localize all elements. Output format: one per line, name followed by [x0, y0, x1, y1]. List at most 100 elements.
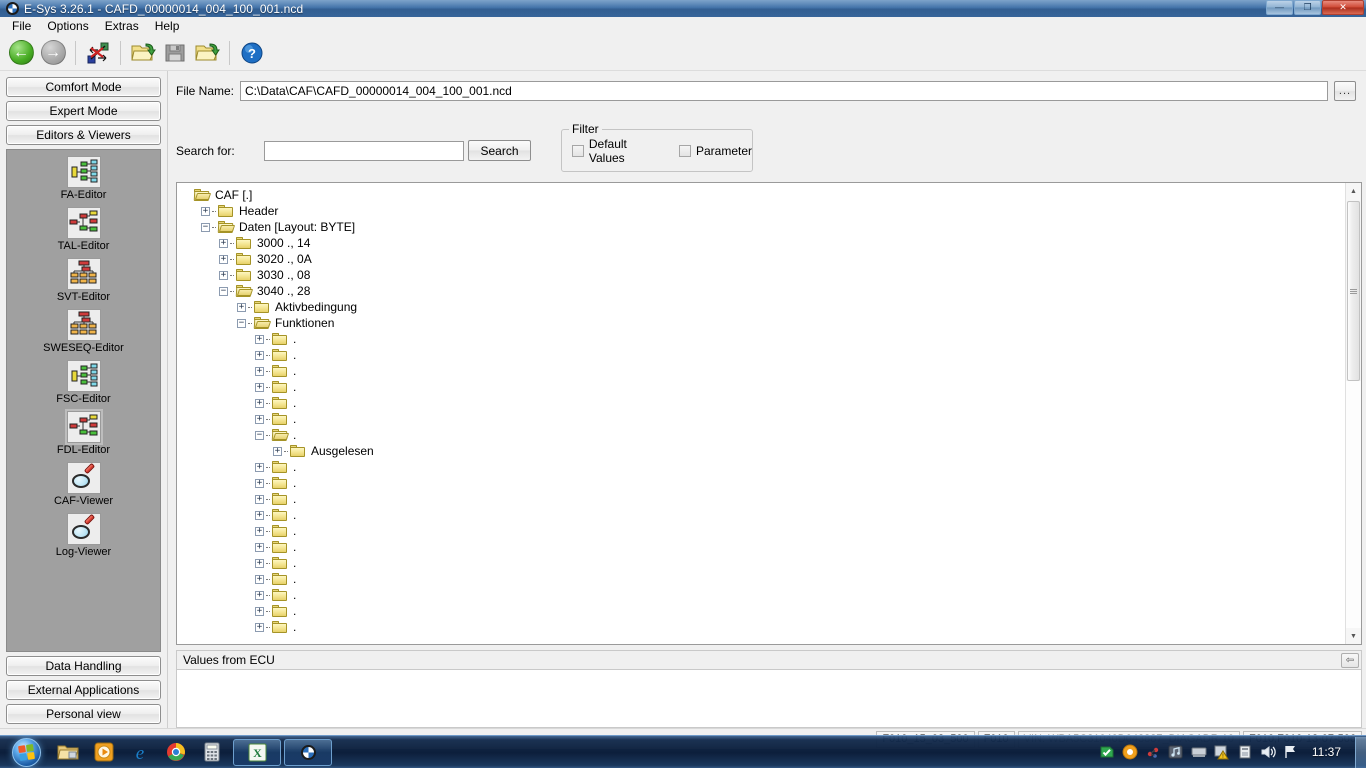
back-button[interactable]: ← [6, 38, 36, 68]
sidebar-item-caf-viewer[interactable]: CAF-Viewer [7, 462, 160, 507]
update-tray-icon[interactable] [1122, 744, 1138, 760]
filename-input[interactable]: C:\Data\CAF\CAFD_00000014_004_100_001.nc… [240, 81, 1328, 101]
save-button[interactable] [160, 38, 190, 68]
sidebar-item-fdl-editor[interactable]: FDL-Editor [7, 409, 160, 456]
forward-button[interactable]: → [38, 38, 68, 68]
tree-node[interactable]: + Ausgelesen [183, 443, 1345, 459]
tree-expand-icon[interactable]: + [255, 414, 264, 424]
values-collapse-button[interactable]: ⇦ [1341, 652, 1359, 668]
menu-item-file[interactable]: File [5, 17, 38, 35]
tree-expand-icon[interactable]: + [255, 382, 264, 392]
sidebar-item-sweseq-editor[interactable]: SWESEQ-Editor [7, 309, 160, 354]
tree-node[interactable]: +. [183, 619, 1345, 635]
tree-node[interactable]: + Header [183, 203, 1345, 219]
sidebar-button-personal-view[interactable]: Personal view [6, 704, 161, 724]
sidebar-button-external-applications[interactable]: External Applications [6, 680, 161, 700]
tree-expand-icon[interactable]: + [255, 350, 264, 360]
hardware-tray-icon[interactable] [1191, 744, 1207, 760]
tree-expand-icon[interactable]: + [255, 334, 264, 344]
tree-node[interactable]: +. [183, 347, 1345, 363]
connect-button[interactable] [83, 38, 113, 68]
checkbox-parameter[interactable] [678, 144, 691, 157]
tree-scroll-area[interactable]: CAF [.] + Header − Daten [Layout: BYTE] +3000… [177, 183, 1345, 644]
volume-tray-icon[interactable] [1260, 744, 1276, 760]
start-button[interactable] [2, 737, 50, 768]
tree-node[interactable]: +. [183, 363, 1345, 379]
taskbar-explorer-button[interactable] [50, 737, 86, 768]
bluetooth-tray-icon[interactable] [1145, 744, 1161, 760]
tree-vertical-scrollbar[interactable]: ▲ ▼ [1345, 183, 1361, 644]
sidebar-button-expert-mode[interactable]: Expert Mode [6, 101, 161, 121]
tree-node[interactable]: +. [183, 331, 1345, 347]
sidebar-item-tal-editor[interactable]: TAL-Editor [7, 207, 160, 252]
sidebar-item-fa-editor[interactable]: FA-Editor [7, 156, 160, 201]
taskbar-calculator-button[interactable] [194, 737, 230, 768]
scroll-down-button[interactable]: ▼ [1345, 628, 1361, 644]
device-tray-icon[interactable] [1237, 744, 1253, 760]
tree-collapse-icon[interactable]: − [237, 318, 246, 328]
tree-expand-icon[interactable]: + [255, 478, 264, 488]
tree-expand-icon[interactable]: + [255, 558, 264, 568]
open-file-button[interactable] [128, 38, 158, 68]
tree-expand-icon[interactable]: + [255, 622, 264, 632]
search-input[interactable] [264, 140, 464, 161]
tree-node[interactable]: + Aktivbedingung [183, 299, 1345, 315]
sidebar-item-svt-editor[interactable]: SVT-Editor [7, 258, 160, 303]
tree-expand-icon[interactable]: + [219, 238, 228, 248]
open-folder-button[interactable] [192, 38, 222, 68]
tree-node[interactable]: − 3040 ., 28 [183, 283, 1345, 299]
tree-expand-icon[interactable]: + [255, 590, 264, 600]
network-tray-icon[interactable] [1283, 744, 1299, 760]
tree-node[interactable]: +. [183, 491, 1345, 507]
tree-expand-icon[interactable]: + [255, 542, 264, 552]
tree-node[interactable]: +. [183, 555, 1345, 571]
tree-node[interactable]: +. [183, 475, 1345, 491]
tree-node[interactable]: +. [183, 539, 1345, 555]
tree-node[interactable]: +. [183, 459, 1345, 475]
sidebar-button-data-handling[interactable]: Data Handling [6, 656, 161, 676]
help-button[interactable]: ? [237, 38, 267, 68]
tree-expand-icon[interactable]: + [255, 606, 264, 616]
tree-collapse-icon[interactable]: − [255, 430, 264, 440]
taskbar-internet-explorer-button[interactable]: e [122, 737, 158, 768]
tree-expand-icon[interactable]: + [219, 254, 228, 264]
excel-taskbar-button[interactable]: X [233, 738, 281, 766]
search-button[interactable]: Search [468, 140, 531, 161]
menu-item-extras[interactable]: Extras [98, 17, 146, 35]
show-desktop-button[interactable] [1355, 736, 1366, 768]
tree-expand-icon[interactable]: + [273, 446, 282, 456]
tree-expand-icon[interactable]: + [255, 510, 264, 520]
filter-default-values[interactable]: Default Values [572, 137, 665, 165]
tree-node[interactable]: +. [183, 395, 1345, 411]
close-button[interactable]: ✕ [1322, 0, 1364, 15]
tree-collapse-icon[interactable]: − [219, 286, 228, 296]
filter-parameter[interactable]: Parameter [678, 144, 752, 158]
tree-expand-icon[interactable]: + [219, 270, 228, 280]
minimize-button[interactable]: — [1266, 0, 1293, 15]
tree-expand-icon[interactable]: + [237, 302, 246, 312]
sidebar-item-log-viewer[interactable]: Log-Viewer [7, 513, 160, 558]
tree-node[interactable]: +. [183, 507, 1345, 523]
tree-node[interactable]: +. [183, 379, 1345, 395]
scrollbar-thumb[interactable] [1347, 201, 1360, 381]
tree-node[interactable]: − Funktionen [183, 315, 1345, 331]
antivirus-tray-icon[interactable] [1099, 744, 1115, 760]
tree-expand-icon[interactable]: + [255, 462, 264, 472]
taskbar-clock[interactable]: 11:37 [1306, 745, 1349, 759]
menu-item-help[interactable]: Help [148, 17, 187, 35]
menu-item-options[interactable]: Options [40, 17, 95, 35]
values-panel-body[interactable] [176, 669, 1362, 728]
tree-collapse-icon[interactable]: − [201, 222, 210, 232]
tree-node[interactable]: CAF [.] [183, 187, 1345, 203]
esys-taskbar-button[interactable] [284, 738, 332, 766]
tree-node[interactable]: +. [183, 587, 1345, 603]
warning-tray-icon[interactable]: ! [1214, 744, 1230, 760]
tree-expand-icon[interactable]: + [255, 574, 264, 584]
tree-expand-icon[interactable]: + [255, 366, 264, 376]
sidebar-button-editors-viewers[interactable]: Editors & Viewers [6, 125, 161, 145]
audio-device-tray-icon[interactable] [1168, 744, 1184, 760]
tree-node[interactable]: +3020 ., 0A [183, 251, 1345, 267]
tree-node[interactable]: −. [183, 427, 1345, 443]
scroll-up-button[interactable]: ▲ [1345, 183, 1361, 199]
tree-expand-icon[interactable]: + [255, 494, 264, 504]
